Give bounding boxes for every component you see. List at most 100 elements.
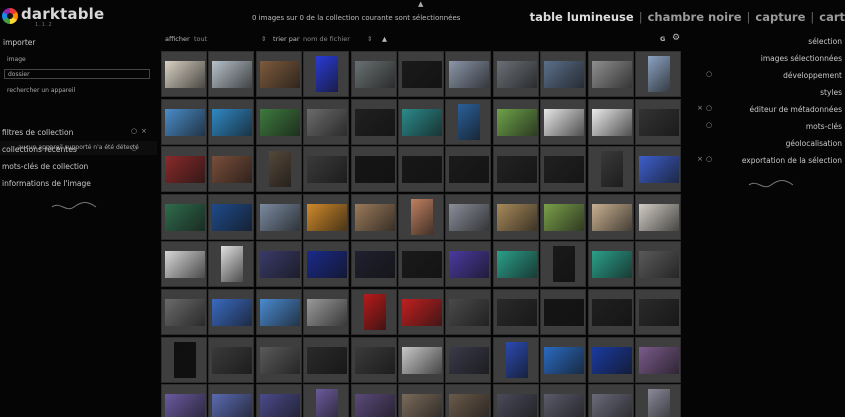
styles-module[interactable]: styles bbox=[820, 88, 842, 97]
thumbnail-cell[interactable] bbox=[445, 193, 492, 240]
thumbnail-cell[interactable] bbox=[255, 51, 302, 97]
thumbnail-cell[interactable] bbox=[350, 146, 397, 193]
thumbnail-cell[interactable] bbox=[492, 289, 539, 335]
select-module[interactable]: sélection bbox=[808, 37, 842, 46]
thumbnail-cell[interactable] bbox=[587, 289, 634, 335]
show-filter-select[interactable]: tout bbox=[194, 35, 207, 43]
thumbnail-cell[interactable] bbox=[350, 241, 397, 288]
thumbnail-cell[interactable] bbox=[350, 336, 397, 383]
thumbnail-cell[interactable] bbox=[255, 336, 302, 383]
thumbnail-cell[interactable] bbox=[398, 98, 444, 145]
thumbnail-cell[interactable] bbox=[398, 289, 444, 335]
preset-icon[interactable]: ○ bbox=[706, 121, 712, 129]
close-icon[interactable]: × bbox=[141, 127, 147, 135]
thumbnail-cell[interactable] bbox=[208, 384, 255, 417]
preset-icon[interactable]: ○ bbox=[706, 70, 712, 78]
thumbnail-cell[interactable] bbox=[540, 193, 587, 240]
thumbnail-cell[interactable] bbox=[492, 241, 539, 288]
thumbnail-cell[interactable] bbox=[303, 336, 350, 383]
thumbnail-cell[interactable] bbox=[540, 289, 587, 335]
thumbnail-cell[interactable] bbox=[635, 98, 681, 145]
grouping-toggle[interactable]: G bbox=[660, 35, 665, 43]
thumbnail-cell[interactable] bbox=[208, 98, 255, 145]
view-capture[interactable]: capture bbox=[755, 10, 805, 24]
reset-icon[interactable]: × bbox=[697, 155, 703, 163]
thumbnail-cell[interactable] bbox=[350, 98, 397, 145]
thumbnail-cell[interactable] bbox=[350, 51, 397, 97]
thumbnail-cell[interactable] bbox=[208, 146, 255, 193]
thumbnail-cell[interactable] bbox=[350, 384, 397, 417]
thumbnail-cell[interactable] bbox=[398, 241, 444, 288]
import-image-button[interactable]: image bbox=[4, 55, 150, 65]
thumbnail-cell[interactable] bbox=[161, 51, 207, 97]
thumbnail-cell[interactable] bbox=[303, 193, 350, 240]
thumbnail-cell[interactable] bbox=[445, 98, 492, 145]
selected-images-module[interactable]: images sélectionnées bbox=[761, 54, 842, 63]
thumbnail-cell[interactable] bbox=[208, 241, 255, 288]
import-module-title[interactable]: importer bbox=[3, 38, 35, 47]
thumbnail-cell[interactable] bbox=[635, 289, 681, 335]
thumbnail-cell[interactable] bbox=[398, 146, 444, 193]
thumbnail-cell[interactable] bbox=[587, 241, 634, 288]
collection-filters-module[interactable]: filtres de collection bbox=[2, 128, 152, 137]
thumbnail-cell[interactable] bbox=[208, 193, 255, 240]
thumbnail-cell[interactable] bbox=[161, 193, 207, 240]
thumbnail-cell[interactable] bbox=[540, 51, 587, 97]
thumbnail-cell[interactable] bbox=[587, 384, 634, 417]
thumbnail-cell[interactable] bbox=[492, 98, 539, 145]
thumbnail-cell[interactable] bbox=[208, 51, 255, 97]
thumbnail-cell[interactable] bbox=[161, 336, 207, 383]
collection-keywords-module[interactable]: mots-clés de collection bbox=[2, 162, 152, 171]
thumbnail-cell[interactable] bbox=[635, 146, 681, 193]
preset-icon[interactable]: ○ bbox=[706, 155, 712, 163]
thumbnail-cell[interactable] bbox=[587, 193, 634, 240]
sort-direction-icon[interactable]: ▲ bbox=[382, 35, 387, 43]
show-filter-dropdown-icon[interactable]: ⇕ bbox=[261, 35, 266, 43]
reset-icon[interactable]: × bbox=[697, 104, 703, 112]
thumbnail-cell[interactable] bbox=[161, 146, 207, 193]
import-folder-button[interactable]: dossier bbox=[4, 69, 150, 79]
thumbnail-cell[interactable] bbox=[350, 289, 397, 335]
collapse-top-arrow-icon[interactable]: ▲ bbox=[418, 0, 423, 8]
thumbnail-cell[interactable] bbox=[303, 289, 350, 335]
preset-icon[interactable]: ○ bbox=[131, 144, 137, 152]
thumbnail-cell[interactable] bbox=[635, 336, 681, 383]
thumbnail-cell[interactable] bbox=[255, 193, 302, 240]
thumbnail-cell[interactable] bbox=[161, 289, 207, 335]
thumbnail-cell[interactable] bbox=[635, 193, 681, 240]
sort-dropdown-icon[interactable]: ⇕ bbox=[367, 35, 372, 43]
thumbnail-cell[interactable] bbox=[398, 51, 444, 97]
thumbnail-cell[interactable] bbox=[587, 51, 634, 97]
thumbnail-cell[interactable] bbox=[587, 146, 634, 193]
thumbnail-cell[interactable] bbox=[161, 384, 207, 417]
thumbnail-cell[interactable] bbox=[208, 289, 255, 335]
thumbnail-cell[interactable] bbox=[208, 336, 255, 383]
thumbnail-cell[interactable] bbox=[303, 241, 350, 288]
thumbnail-cell[interactable] bbox=[445, 146, 492, 193]
thumbnail-cell[interactable] bbox=[635, 384, 681, 417]
thumbnail-cell[interactable] bbox=[445, 241, 492, 288]
tagging-module[interactable]: mots-clés bbox=[806, 122, 842, 131]
thumbnail-cell[interactable] bbox=[445, 51, 492, 97]
thumbnail-cell[interactable] bbox=[255, 241, 302, 288]
view-map[interactable]: cart bbox=[819, 10, 845, 24]
thumbnail-cell[interactable] bbox=[540, 98, 587, 145]
thumbnail-cell[interactable] bbox=[492, 146, 539, 193]
thumbnail-cell[interactable] bbox=[255, 98, 302, 145]
thumbnail-cell[interactable] bbox=[445, 384, 492, 417]
export-selected-module[interactable]: exportation de la sélection bbox=[742, 156, 842, 165]
thumbnail-cell[interactable] bbox=[303, 384, 350, 417]
image-information-module[interactable]: informations de l'image bbox=[2, 179, 152, 188]
thumbnail-cell[interactable] bbox=[540, 384, 587, 417]
thumbnail-cell[interactable] bbox=[398, 384, 444, 417]
metadata-editor-module[interactable]: éditeur de métadonnées bbox=[750, 105, 842, 114]
thumbnail-cell[interactable] bbox=[255, 384, 302, 417]
thumbnail-cell[interactable] bbox=[492, 51, 539, 97]
thumbnail-cell[interactable] bbox=[161, 98, 207, 145]
thumbnail-cell[interactable] bbox=[350, 193, 397, 240]
preset-icon[interactable]: ○ bbox=[706, 104, 712, 112]
thumbnail-cell[interactable] bbox=[398, 193, 444, 240]
thumbnail-cell[interactable] bbox=[255, 289, 302, 335]
thumbnail-cell[interactable] bbox=[587, 336, 634, 383]
history-stack-module[interactable]: développement bbox=[783, 71, 842, 80]
